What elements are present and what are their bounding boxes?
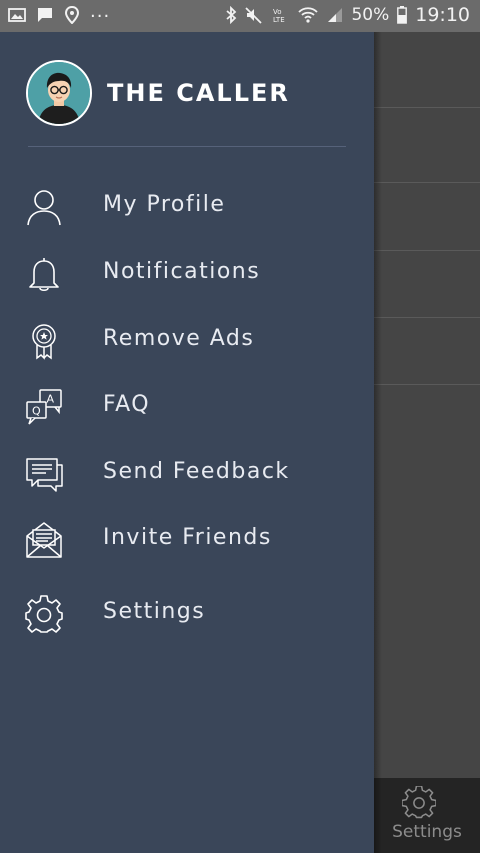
svg-text:LTE: LTE [273, 16, 285, 24]
menu-item-label: Notifications [103, 259, 261, 284]
bluetooth-icon [225, 6, 237, 24]
drawer-shadow [374, 32, 382, 853]
location-icon [64, 6, 80, 24]
bell-icon [24, 254, 64, 294]
svg-text:A: A [47, 393, 55, 406]
menu-item-label: Send Feedback [103, 459, 290, 484]
menu-item-settings[interactable]: Settings [0, 586, 374, 642]
menu-item-label: Invite Friends [103, 525, 272, 550]
wifi-icon [297, 6, 319, 24]
background-list-divider [374, 182, 480, 183]
app-name: THE CALLER [107, 79, 290, 107]
menu-item-label: Remove Ads [103, 326, 255, 351]
qa-icon: AQ [24, 387, 64, 427]
menu-item-label: FAQ [103, 392, 151, 417]
gear-icon [402, 786, 436, 820]
menu-item-invite-friends[interactable]: Invite Friends [0, 512, 374, 568]
bottom-nav-settings-label: Settings [392, 822, 462, 842]
menu-item-send-feedback[interactable]: Send Feedback [0, 446, 374, 502]
svg-text:Vo: Vo [273, 8, 282, 16]
battery-percent: 50% [351, 5, 390, 25]
menu-item-label: Settings [103, 599, 206, 624]
navigation-drawer: THE CALLER My Profile Notifications Remo… [0, 32, 374, 853]
background-list-divider [374, 107, 480, 108]
avatar[interactable] [26, 60, 92, 126]
gear-icon [24, 594, 64, 634]
image-icon [8, 7, 26, 23]
menu-item-my-profile[interactable]: My Profile [0, 179, 374, 235]
menu-item-notifications[interactable]: Notifications [0, 246, 374, 302]
menu-item-remove-ads[interactable]: Remove Ads [0, 313, 374, 369]
status-bar: ... Vo LTE 50% 19:10 [0, 0, 480, 32]
more-notifications-indicator: ... [90, 1, 111, 22]
svg-text:Q: Q [32, 405, 41, 418]
feedback-icon [24, 454, 64, 494]
user-icon [24, 187, 64, 227]
drawer-divider [28, 146, 346, 147]
battery-icon [397, 6, 408, 24]
mute-icon [245, 6, 263, 24]
menu-item-label: My Profile [103, 192, 226, 217]
background-list-divider [374, 317, 480, 318]
message-icon [36, 6, 54, 24]
clock: 19:10 [415, 4, 470, 26]
volte-icon: Vo LTE [271, 6, 289, 24]
signal-icon [327, 7, 343, 23]
menu-item-faq[interactable]: AQ FAQ [0, 379, 374, 435]
background-list-divider [374, 384, 480, 385]
envelope-icon [24, 520, 64, 560]
background-list-divider [374, 250, 480, 251]
award-icon [24, 321, 64, 361]
status-bar-system: Vo LTE 50% 19:10 [225, 4, 470, 26]
status-bar-notifications: ... [8, 1, 111, 24]
